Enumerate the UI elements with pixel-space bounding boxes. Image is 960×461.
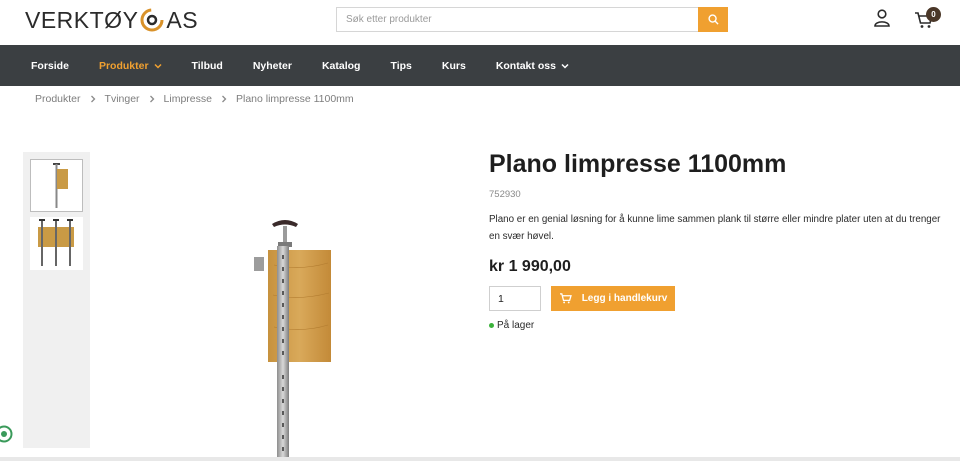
cart-count-badge: 0: [926, 7, 941, 22]
product-price: kr 1 990,00: [489, 258, 571, 275]
breadcrumb-link[interactable]: Produkter: [35, 93, 81, 105]
search-bar: [336, 7, 728, 32]
nav-item-kurs[interactable]: Kurs: [442, 60, 466, 72]
nav-label: Forside: [31, 59, 69, 72]
nav-label: Nyheter: [252, 59, 292, 72]
eco-badge-icon[interactable]: [0, 424, 13, 444]
clamp-thumbnail-image: [53, 163, 68, 208]
search-button[interactable]: [698, 7, 728, 32]
logo-text-left: VERKTØY: [25, 6, 139, 33]
breadcrumb-current: Plano limpresse 1100mm: [235, 93, 354, 105]
nav-label: Kontakt oss: [495, 59, 556, 72]
add-to-cart-button[interactable]: Legg i handlekurv: [551, 286, 675, 311]
search-icon: [707, 14, 719, 25]
add-to-cart-label: Legg i handlekurv: [581, 293, 668, 304]
nav-item-kontakt-oss[interactable]: Kontakt oss: [496, 60, 569, 72]
nav-label: Kurs: [441, 59, 466, 72]
breadcrumb: Produkter Tvinger Limpresse Plano limpre…: [35, 93, 354, 105]
nav-label: Produkter: [98, 59, 149, 72]
chevron-right-icon: [90, 95, 96, 103]
site-header: VERKTØY AS 0: [0, 0, 960, 45]
nav-label: Katalog: [321, 59, 361, 72]
stock-status-label: På lager: [497, 320, 535, 331]
main-navigation: Forside Produkter Tilbud Nyheter Katalog…: [0, 45, 960, 86]
nav-item-katalog[interactable]: Katalog: [322, 60, 361, 72]
chevron-down-icon: [561, 63, 569, 69]
breadcrumb-link[interactable]: Tvinger: [105, 93, 140, 105]
logo-text-right: AS: [166, 6, 199, 33]
nav-item-tips[interactable]: Tips: [390, 60, 411, 72]
nav-label: Tilbud: [191, 59, 223, 72]
quantity-input[interactable]: [489, 286, 541, 311]
product-title: Plano limpresse 1100mm: [489, 150, 787, 178]
nav-item-nyheter[interactable]: Nyheter: [253, 60, 292, 72]
breadcrumb-link[interactable]: Limpresse: [164, 93, 212, 105]
chevron-right-icon: [149, 95, 155, 103]
shopping-cart-icon: [559, 293, 572, 304]
nav-item-tilbud[interactable]: Tilbud: [192, 60, 223, 72]
chevron-down-icon: [154, 63, 162, 69]
product-sku: 752930: [489, 189, 521, 200]
chevron-right-icon: [221, 95, 227, 103]
cart-button[interactable]: 0: [914, 7, 944, 30]
product-thumbnail[interactable]: [30, 159, 83, 212]
product-main-image[interactable]: [240, 215, 340, 461]
search-input[interactable]: [336, 7, 698, 32]
stock-status: På lager: [489, 320, 534, 331]
product-description: Plano er en genial løsning for å kunne l…: [489, 214, 941, 242]
page-divider: [0, 457, 960, 461]
logo-swirl-icon: [140, 8, 164, 32]
site-logo[interactable]: VERKTØY AS: [25, 6, 198, 34]
user-account-icon[interactable]: [873, 9, 891, 27]
in-stock-dot-icon: [489, 323, 494, 328]
nav-item-forside[interactable]: Forside: [31, 60, 69, 72]
clamp-thumbnail-image: [38, 219, 74, 266]
product-thumbnails: [23, 152, 90, 448]
product-thumbnail[interactable]: [30, 217, 83, 270]
nav-label: Tips: [390, 59, 412, 72]
nav-item-produkter[interactable]: Produkter: [99, 60, 162, 72]
